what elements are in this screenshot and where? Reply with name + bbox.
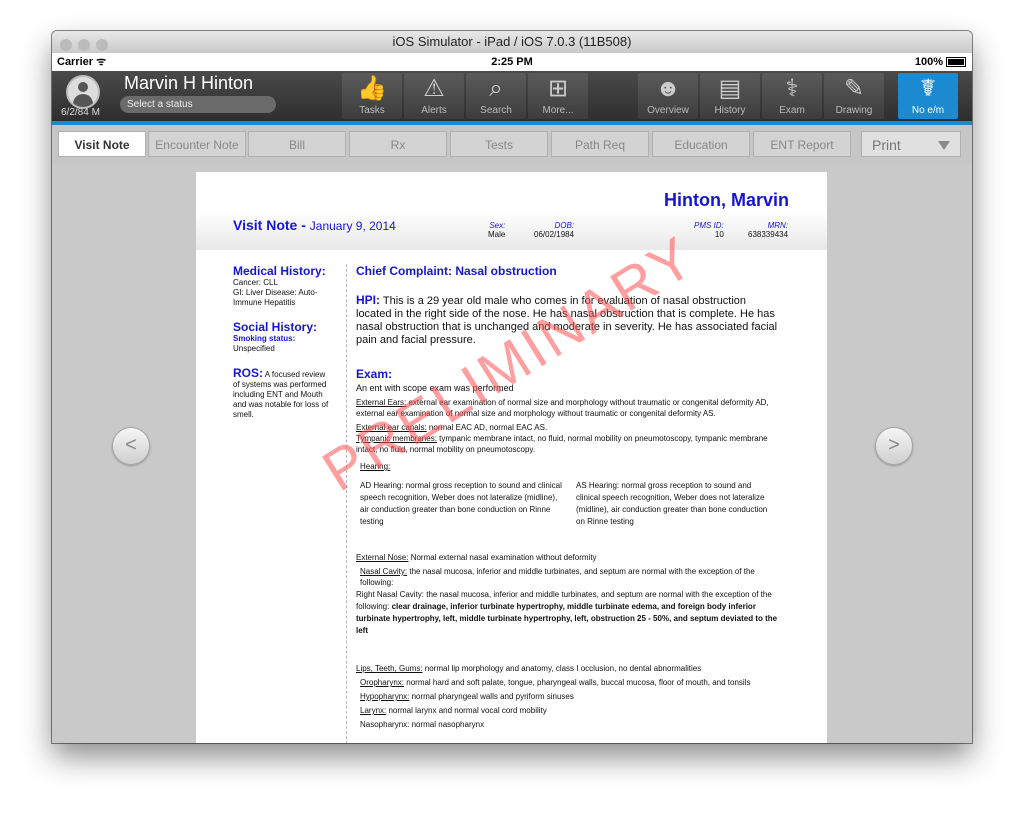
patient-dob-sex: 6/2/84 M xyxy=(61,107,100,118)
medical-history: Medical History: Cancer: CLL GI: Liver D… xyxy=(233,264,326,307)
previous-page-button[interactable]: < xyxy=(112,427,150,465)
exam-button[interactable]: ⚕ Exam xyxy=(762,73,822,119)
hearing-ad: AD Hearing: normal gross reception to so… xyxy=(360,481,562,526)
clock: 2:25 PM xyxy=(491,56,533,68)
mrn-field: MRN: 638339434 xyxy=(748,221,789,239)
patient-name: Marvin H Hinton xyxy=(124,73,254,93)
print-label: Print xyxy=(872,137,901,153)
tasks-button[interactable]: 👍 Tasks xyxy=(342,73,402,119)
tab-visit-note[interactable]: Visit Note xyxy=(58,131,146,157)
tab-rx[interactable]: Rx xyxy=(349,131,447,157)
thumbs-up-icon: 👍 xyxy=(357,75,387,102)
history-button[interactable]: ▤ History xyxy=(700,73,760,119)
oropharynx: Oropharynx: normal hard and soft palate,… xyxy=(360,678,751,687)
window-titlebar: iOS Simulator - iPad / iOS 7.0.3 (11B508… xyxy=(52,31,972,54)
pms-id-field: PMS ID: 10 xyxy=(694,221,724,239)
clipboard-icon: ▤ xyxy=(718,75,742,102)
note-viewer: < > Hinton, Marvin Visit Note - January … xyxy=(52,163,972,743)
tab-ent-report[interactable]: ENT Report xyxy=(753,131,851,157)
avatar[interactable] xyxy=(66,75,100,109)
note-tabs: Visit Note Encounter Note Bill Rx Tests … xyxy=(52,125,972,163)
alerts-button[interactable]: ⚠ Alerts xyxy=(404,73,464,119)
search-button[interactable]: ⌕ Search xyxy=(466,73,526,119)
visit-note-document: Hinton, Marvin Visit Note - January 9, 2… xyxy=(196,172,827,743)
simulator-window: iOS Simulator - iPad / iOS 7.0.3 (11B508… xyxy=(52,31,972,743)
chevron-right-icon: > xyxy=(888,434,900,456)
app-header: 6/2/84 M Marvin H Hinton Select a status… xyxy=(52,71,972,125)
battery-percent: 100% xyxy=(914,56,943,68)
nasopharynx: Nasopharynx: normal nasopharynx xyxy=(360,720,485,729)
hierarchy-icon: ⊞ xyxy=(547,75,569,102)
hearing-results: AD Hearing: normal gross reception to so… xyxy=(356,480,781,528)
print-button[interactable]: Print xyxy=(861,131,961,157)
social-history: Social History: Smoking status: Unspecif… xyxy=(233,320,318,353)
status-select[interactable]: Select a status xyxy=(120,96,276,113)
more-button[interactable]: ⊞ More... xyxy=(528,73,588,119)
battery-icon xyxy=(946,57,966,68)
window-title: iOS Simulator - iPad / iOS 7.0.3 (11B508… xyxy=(392,34,632,49)
hypopharynx: Hypopharynx: normal pharyngeal walls and… xyxy=(360,692,574,701)
battery-indicator: 100% xyxy=(915,53,966,71)
chevron-down-icon xyxy=(938,141,950,150)
search-icon: ⌕ xyxy=(489,75,503,102)
alert-icon: ⚠ xyxy=(423,75,445,102)
sex-field: Sex: Male xyxy=(488,221,506,239)
overview-button[interactable]: ☻ Overview xyxy=(638,73,698,119)
tab-path-req[interactable]: Path Req xyxy=(551,131,649,157)
chief-complaint: Chief Complaint: Nasal obstruction xyxy=(356,264,557,278)
tab-tests[interactable]: Tests xyxy=(450,131,548,157)
tab-bill[interactable]: Bill xyxy=(248,131,346,157)
stethoscope-icon: ⚕ xyxy=(785,75,799,102)
hearing-as: AS Hearing: normal gross reception to so… xyxy=(576,481,768,526)
dob-field: DOB: 06/02/1984 xyxy=(534,221,575,239)
drawing-button[interactable]: ✎ Drawing xyxy=(824,73,884,119)
visit-note-title: Visit Note - January 9, 2014 xyxy=(233,217,396,233)
tab-education[interactable]: Education xyxy=(652,131,750,157)
palette-icon: ✎ xyxy=(843,75,865,102)
history-sidebar: Medical History: Cancer: CLL GI: Liver D… xyxy=(233,264,333,432)
right-nasal-cavity: Right Nasal Cavity: the nasal mucosa, in… xyxy=(356,590,778,635)
chevron-left-icon: < xyxy=(125,434,137,456)
lips-teeth-gums: Lips, Teeth, Gums: normal lip morphology… xyxy=(356,664,702,673)
next-page-button[interactable]: > xyxy=(875,427,913,465)
ros: ROS: A focused review of systems was per… xyxy=(233,366,329,419)
larynx: Larynx: normal larynx and normal vocal c… xyxy=(360,706,547,715)
external-nose: External Nose: Normal external nasal exa… xyxy=(356,553,597,562)
ios-status-bar: Carrier ᯤ 2:25 PM 100% xyxy=(52,53,972,71)
document-patient-name: Hinton, Marvin xyxy=(664,190,789,210)
tab-encounter-note[interactable]: Encounter Note xyxy=(148,131,246,157)
em-button[interactable]: ☤ No e/m xyxy=(898,73,958,119)
caduceus-icon: ☤ xyxy=(919,75,937,102)
visit-date: January 9, 2014 xyxy=(309,219,396,233)
nasal-cavity: Nasal Cavity: the nasal mucosa, inferior… xyxy=(360,567,755,587)
hearing-heading: Hearing: xyxy=(360,462,391,471)
profile-head-icon: ☻ xyxy=(655,75,681,102)
